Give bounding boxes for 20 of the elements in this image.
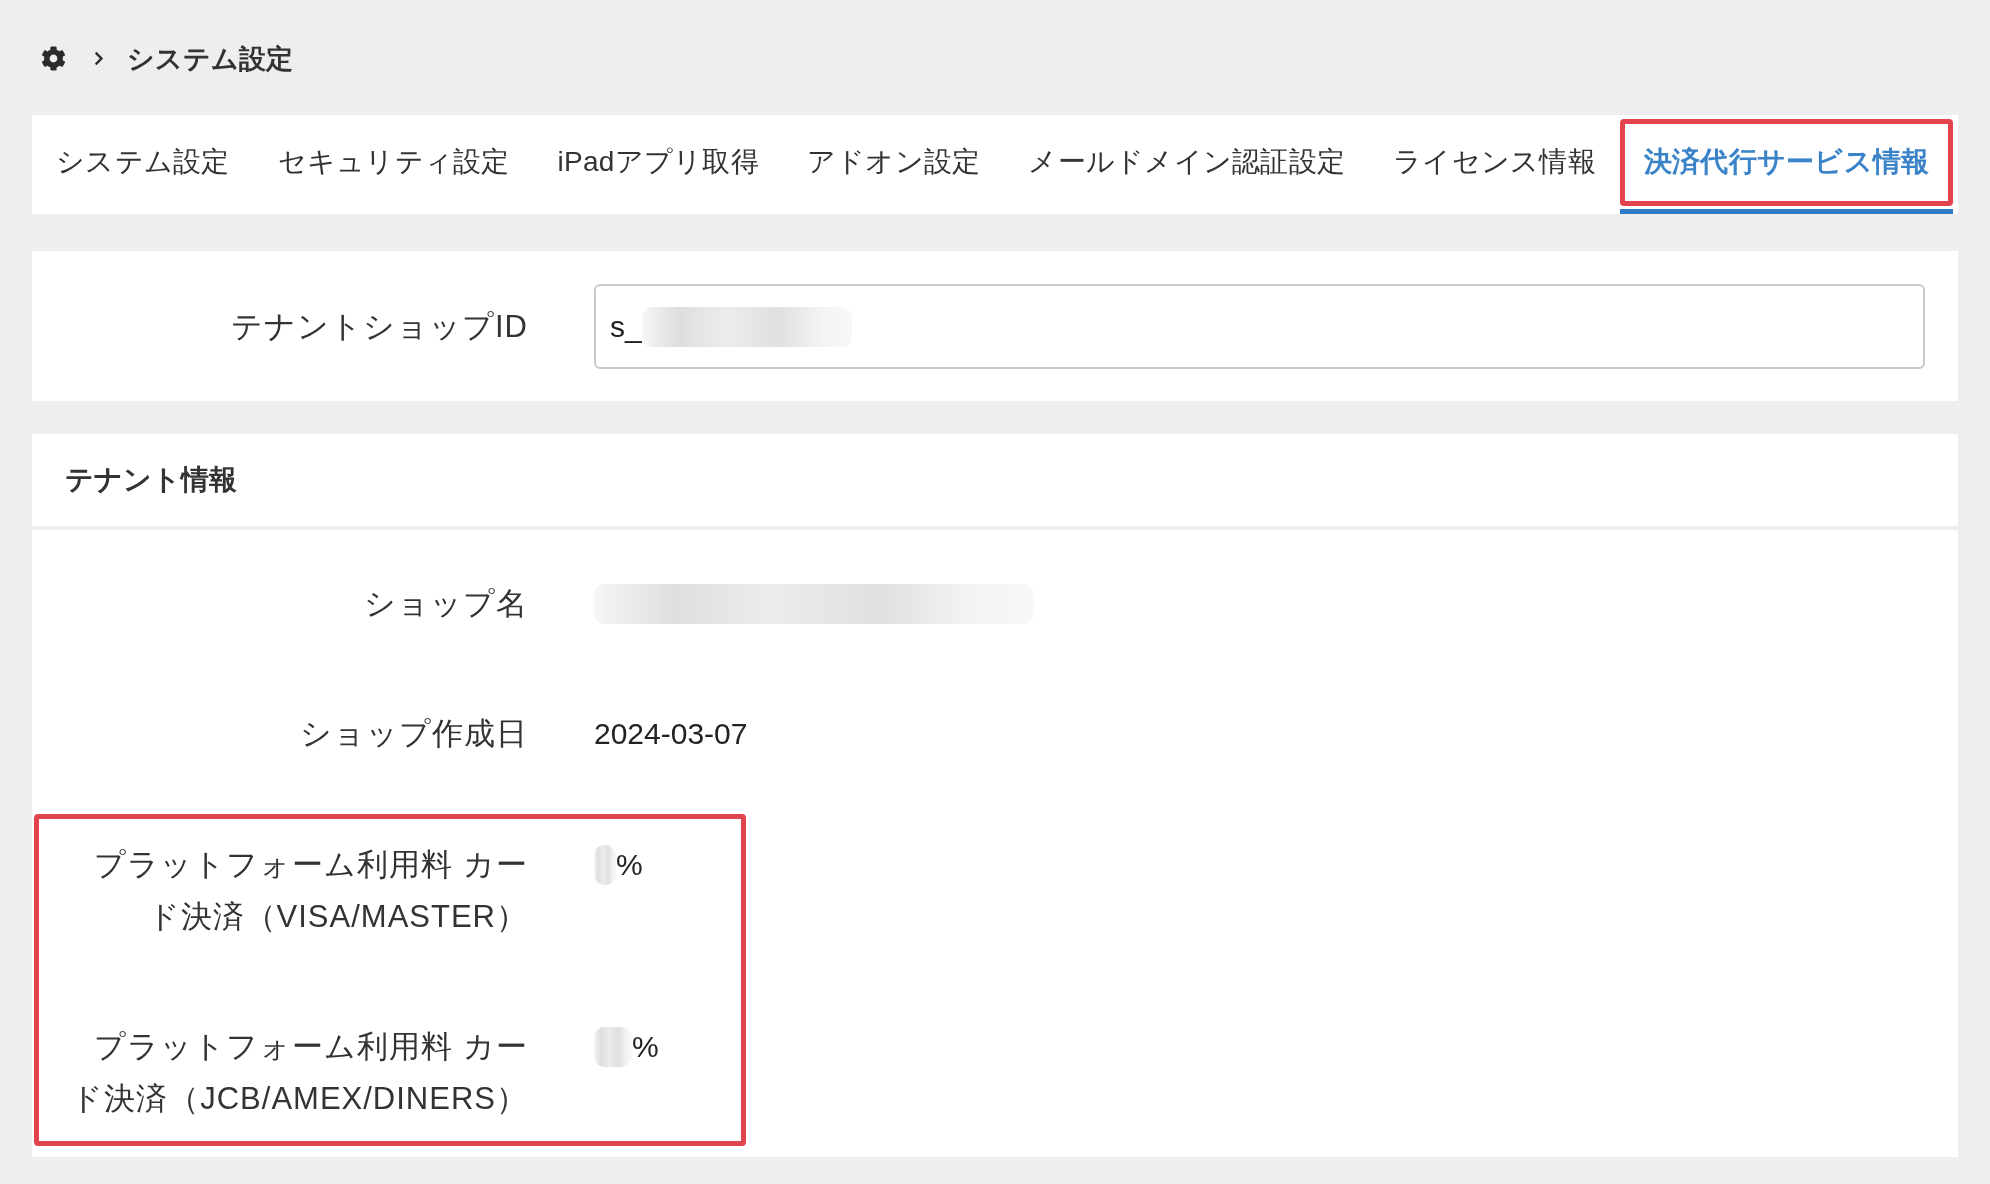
shop-id-field[interactable]: s_: [594, 284, 1925, 369]
section-title: テナント情報: [32, 434, 1958, 530]
tab[interactable]: システム設定: [32, 115, 254, 214]
tab[interactable]: セキュリティ設定: [253, 115, 534, 214]
field-label: プラットフォーム利用料 カー ド決済（VISA/MASTER）: [93, 846, 528, 936]
field-label: ショップ作成日: [299, 715, 528, 753]
tab[interactable]: iPadアプリ取得: [533, 115, 783, 214]
field-label: ショップ名: [363, 585, 528, 623]
breadcrumb-current: システム設定: [127, 42, 293, 76]
field-value: %: [616, 848, 643, 882]
tab[interactable]: メールドメイン認証設定: [1004, 115, 1370, 214]
tab[interactable]: ライセンス情報: [1369, 115, 1620, 214]
field-value: %: [632, 1030, 659, 1064]
field-value: 2024-03-07: [594, 717, 748, 751]
field-label: プラットフォーム利用料 カー ド決済（JCB/AMEX/DINERS）: [70, 1028, 528, 1118]
tab[interactable]: アドオン設定: [782, 115, 1005, 214]
tab[interactable]: 決済代行サービス情報: [1619, 115, 1954, 214]
chevron-right-icon: [93, 51, 105, 66]
settings-icon[interactable]: [41, 46, 66, 71]
field-label: テナントショップID: [230, 307, 528, 346]
